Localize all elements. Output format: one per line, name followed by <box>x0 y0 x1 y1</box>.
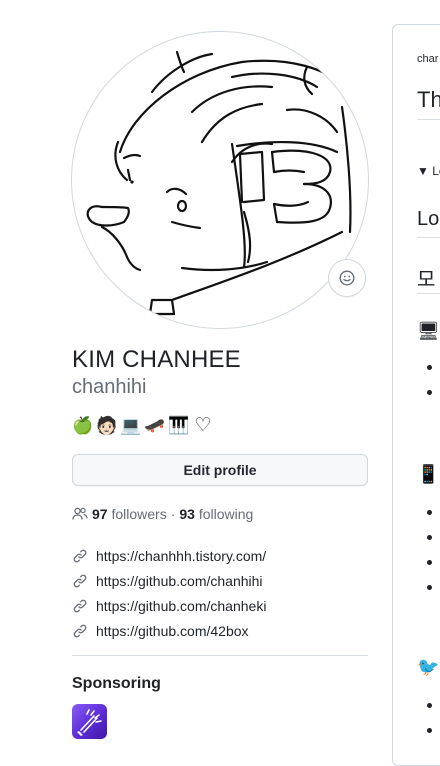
following-count: 93 <box>179 506 195 522</box>
heart-emoji: ♡ <box>194 415 212 436</box>
profile-link-github-chanhihi[interactable]: https://github.com/chanhihi <box>72 568 266 593</box>
profile-bio: 🍏 🧑🏻 💻 🛹 🎹 ♡ <box>72 414 214 438</box>
following-link[interactable]: 93 following <box>179 506 253 522</box>
mobile-emoji: 📱 <box>417 464 440 484</box>
skateboard-emoji: 🛹 <box>144 416 166 435</box>
profile-full-name: KIM CHANHEE <box>72 346 241 373</box>
follow-stats: 97 followers · 93 following <box>72 504 253 524</box>
sponsored-org-avatar[interactable] <box>72 704 107 739</box>
list-bullet <box>427 510 432 515</box>
link-icon <box>73 599 87 612</box>
korean-heading-rule <box>417 293 440 294</box>
list-bullet <box>427 390 432 395</box>
link-text: https://github.com/chanheki <box>96 597 267 614</box>
link-icon <box>73 549 87 562</box>
edit-profile-button[interactable]: Edit profile <box>72 454 368 486</box>
readme-heading: Th <box>417 87 440 112</box>
list-bullet <box>427 728 432 733</box>
green-apple-emoji: 🍏 <box>72 416 94 435</box>
link-icon <box>73 574 87 587</box>
laptop-emoji: 💻 <box>120 416 142 435</box>
link-icon <box>73 624 87 637</box>
person-emoji: 🧑🏻 <box>96 416 118 435</box>
sponsor-logo-icon <box>77 709 102 736</box>
list-bullet <box>427 703 432 708</box>
profile-link-github-42box[interactable]: https://github.com/42box <box>72 618 266 643</box>
link-text: https://github.com/42box <box>96 622 249 639</box>
profile-link-github-chanheki[interactable]: https://github.com/chanheki <box>72 593 266 618</box>
followers-label: followers <box>111 506 167 522</box>
list-bullet <box>427 560 432 565</box>
smiley-icon <box>339 270 355 286</box>
section-rule <box>417 237 440 238</box>
profile-links: https://chanhhh.tistory.com/ https://git… <box>72 543 266 643</box>
profile-readme-card: char Th ▼ Lc Lo 모 🖥 📱 🐦 <box>392 24 440 766</box>
profile-avatar[interactable] <box>71 31 369 329</box>
keyboard-emoji: 🎹 <box>168 416 190 435</box>
avatar-drawing <box>86 50 354 316</box>
readme-korean-heading: 모 <box>417 269 436 291</box>
sponsoring-heading: Sponsoring <box>72 675 161 692</box>
profile-username: chanhihi <box>72 376 147 398</box>
bird-emoji: 🐦 <box>417 657 440 677</box>
profile-avatar-container <box>71 31 369 329</box>
link-text: https://github.com/chanhihi <box>96 572 263 589</box>
readme-section-heading: Lo <box>417 208 440 230</box>
set-status-button[interactable] <box>328 259 366 297</box>
followers-link[interactable]: 97 followers <box>92 506 167 522</box>
readme-path[interactable]: char <box>417 53 438 65</box>
heading-rule <box>417 119 440 120</box>
readme-details-toggle[interactable]: ▼ Lc <box>417 164 440 178</box>
list-bullet <box>427 585 432 590</box>
list-bullet <box>427 365 432 370</box>
desktop-emoji: 🖥 <box>417 321 440 341</box>
list-bullet <box>427 535 432 540</box>
stat-separator: · <box>170 506 176 522</box>
profile-link-tistory[interactable]: https://chanhhh.tistory.com/ <box>72 543 266 568</box>
following-label: following <box>198 506 254 522</box>
people-icon <box>72 507 88 520</box>
link-text: https://chanhhh.tistory.com/ <box>96 547 267 564</box>
section-divider <box>72 655 368 656</box>
followers-count: 97 <box>92 506 108 522</box>
